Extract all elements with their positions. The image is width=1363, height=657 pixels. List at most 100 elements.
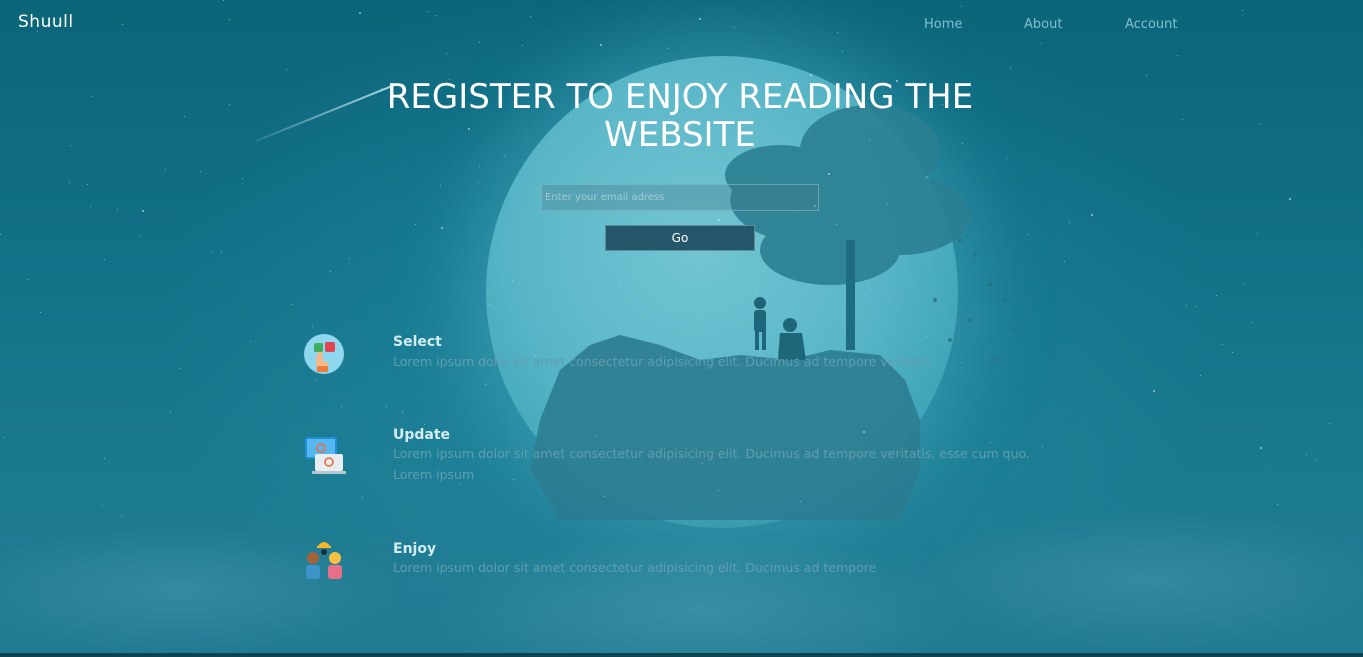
star — [1260, 447, 1262, 449]
star — [1257, 233, 1258, 234]
star — [142, 210, 144, 212]
star — [229, 19, 230, 20]
star — [122, 24, 123, 25]
star — [718, 219, 720, 221]
star — [870, 288, 871, 289]
feature-text-update: Lorem ipsum dolor sit amet consectetur a… — [393, 446, 1030, 482]
star — [1222, 344, 1223, 345]
star — [756, 294, 757, 295]
star — [828, 173, 830, 175]
star — [359, 12, 361, 14]
star — [863, 431, 865, 433]
star — [604, 496, 605, 497]
star — [221, 252, 222, 253]
star — [1177, 55, 1178, 56]
star — [718, 490, 719, 491]
star — [28, 279, 29, 280]
star — [362, 497, 363, 498]
star — [1041, 43, 1042, 44]
star — [341, 406, 342, 407]
star — [90, 206, 91, 207]
star — [435, 15, 436, 16]
hero-title: REGISTER TO ENJOY READING THE WEBSITE — [386, 77, 974, 155]
star — [1242, 10, 1243, 11]
feature-text-enjoy: Lorem ipsum dolor sit amet consectetur a… — [393, 560, 877, 575]
nav-account-link[interactable]: Account — [1125, 17, 1178, 32]
nav-home-link[interactable]: Home — [924, 17, 962, 32]
star — [424, 424, 425, 425]
star — [402, 411, 403, 412]
star — [600, 44, 602, 46]
go-button[interactable]: Go — [605, 225, 755, 251]
star — [837, 32, 838, 33]
feature-title-select: Select — [393, 334, 442, 350]
star — [602, 263, 603, 264]
star — [1010, 68, 1011, 69]
star — [479, 166, 480, 167]
star — [650, 215, 651, 216]
star — [212, 251, 213, 252]
star — [1216, 295, 1217, 296]
star — [489, 304, 490, 305]
star — [522, 45, 523, 46]
star — [1232, 352, 1233, 353]
star — [440, 185, 441, 186]
feature-title-update: Update — [393, 427, 451, 443]
star — [1244, 283, 1245, 284]
email-input[interactable] — [541, 184, 819, 211]
star — [0, 234, 1, 235]
star — [887, 203, 888, 204]
star — [229, 104, 230, 105]
star — [1329, 423, 1330, 424]
star — [40, 312, 41, 313]
star — [530, 16, 531, 17]
star — [501, 242, 502, 243]
star — [179, 368, 180, 369]
star — [312, 326, 313, 327]
star — [87, 184, 88, 185]
nav-about-link[interactable]: About — [1024, 17, 1062, 32]
star — [1091, 214, 1093, 216]
star — [70, 145, 71, 146]
star — [349, 258, 350, 259]
star — [121, 515, 122, 516]
star — [1251, 322, 1252, 323]
star — [92, 96, 93, 97]
star — [1146, 75, 1147, 76]
people-enjoy-icon — [302, 538, 346, 582]
star — [286, 69, 287, 70]
star — [1277, 504, 1278, 505]
star — [800, 501, 801, 502]
star — [546, 394, 547, 395]
star — [1064, 261, 1065, 262]
star — [762, 60, 763, 61]
star — [1306, 454, 1307, 455]
star — [292, 304, 293, 305]
star — [1259, 124, 1260, 125]
star — [717, 274, 718, 275]
computer-update-icon — [302, 434, 346, 478]
star — [1315, 460, 1316, 461]
star — [1289, 198, 1291, 200]
star — [446, 53, 447, 54]
brand-logo[interactable]: Shuull — [18, 12, 74, 32]
star — [512, 280, 513, 281]
star — [200, 171, 201, 172]
star — [104, 259, 105, 260]
star — [69, 182, 70, 183]
star — [926, 336, 927, 337]
star — [165, 169, 166, 170]
star — [140, 235, 141, 236]
star — [504, 155, 505, 156]
star — [699, 18, 701, 20]
star — [546, 265, 547, 266]
star — [478, 182, 479, 183]
star — [104, 458, 105, 459]
star — [102, 505, 103, 506]
star — [1186, 305, 1187, 306]
star — [330, 271, 331, 272]
star — [1028, 234, 1029, 235]
star — [170, 412, 171, 413]
star — [250, 341, 251, 342]
star — [242, 178, 243, 179]
